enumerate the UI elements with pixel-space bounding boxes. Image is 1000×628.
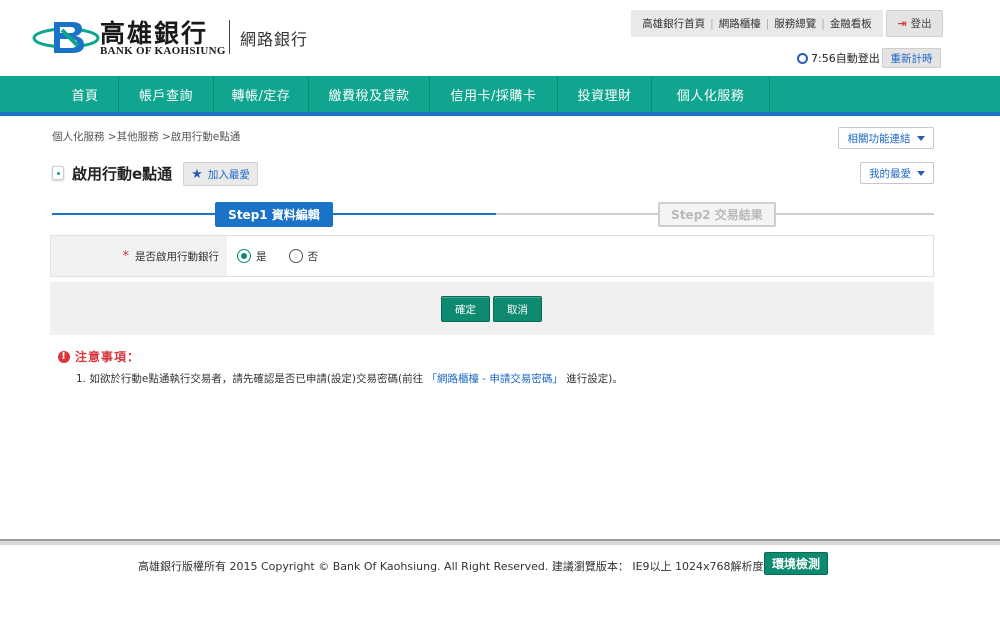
title-bullet-icon [52, 166, 64, 180]
nav-item-credit-card[interactable]: 信用卡/採購卡 [430, 76, 558, 112]
add-favorite-label: 加入最愛 [207, 168, 250, 181]
button-bar: 確定 取消 [50, 282, 934, 335]
nav-item-investment[interactable]: 投資理財 [558, 76, 652, 112]
note-text-prefix: 1. 如欲於行動e點通執行交易者，請先確認是否已申請(設定)交易密碼(前往 [76, 373, 424, 385]
reset-timer-button[interactable]: 重新計時 [882, 48, 941, 68]
logout-label: 登出 [910, 18, 932, 30]
radio-yes[interactable]: 是 [237, 249, 267, 264]
top-links: 高雄銀行首頁 | 網路櫃檯 | 服務總覽 | 金融看板 [631, 10, 883, 37]
env-check-button[interactable]: 環境檢測 [764, 552, 828, 575]
my-favorites-label: 我的最愛 [869, 167, 911, 180]
related-links-label: 相關功能連結 [847, 132, 911, 145]
footer-copyright: 高雄銀行版權所有 2015 Copyright © Bank Of Kaohsi… [138, 560, 786, 573]
chevron-down-icon [917, 170, 925, 176]
page-title: 啟用行動e點通 [72, 165, 173, 183]
toplink-home[interactable]: 高雄銀行首頁 [637, 16, 710, 31]
note-item: 1. 如欲於行動e點通執行交易者，請先確認是否已申請(設定)交易密碼(前往 「網… [76, 371, 623, 386]
brand-divider [229, 20, 230, 54]
logout-button[interactable]: ⇥ 登出 [886, 10, 943, 37]
brand-name-en: BANK OF KAOHSIUNG [100, 45, 226, 57]
toplink-services[interactable]: 服務總覽 [769, 16, 821, 31]
star-icon: ★ [191, 166, 203, 182]
my-favorites-dropdown[interactable]: 我的最愛 [860, 162, 934, 184]
clock-icon [797, 52, 808, 64]
header: 高雄銀行 BANK OF KAOHSIUNG 網路銀行 高雄銀行首頁 | 網路櫃… [0, 0, 1000, 76]
form-label-text: 是否啟用行動銀行 [135, 250, 219, 263]
footer-divider [0, 539, 1000, 545]
step1-badge: Step1 資料編輯 [215, 202, 333, 227]
add-favorite-button[interactable]: ★ 加入最愛 [183, 162, 258, 186]
note-text-suffix: 進行設定)。 [566, 373, 623, 385]
nav-item-home[interactable]: 首頁 [52, 76, 119, 112]
related-links-dropdown[interactable]: 相關功能連結 [838, 127, 934, 149]
nav-item-transfer[interactable]: 轉帳/定存 [214, 76, 309, 112]
notes-title: 注意事項： [75, 350, 141, 364]
timer-text: 7:56自動登出 [811, 52, 880, 65]
toplink-counter[interactable]: 網路櫃檯 [714, 16, 766, 31]
auto-logout-timer: 7:56自動登出 [797, 50, 880, 66]
nav-item-personal[interactable]: 個人化服務 [652, 76, 770, 112]
bank-logo-icon[interactable] [32, 18, 100, 56]
cancel-button[interactable]: 取消 [493, 296, 542, 322]
form-label: * 是否啟用行動銀行 [51, 236, 227, 276]
step2-badge: Step2 交易結果 [658, 202, 776, 227]
toplink-board[interactable]: 金融看板 [825, 16, 877, 31]
radio-no[interactable]: 否 [288, 249, 319, 264]
breadcrumb: 個人化服務 >其他服務 >啟用行動e點通 [52, 131, 241, 143]
apply-password-link[interactable]: 「網路櫃檯 - 申請交易密碼」 [426, 373, 562, 385]
notes-heading: ! 注意事項： [58, 348, 140, 365]
nav-item-payments[interactable]: 繳費稅及貸款 [309, 76, 430, 112]
enable-radio-group: 是 否 [237, 236, 340, 276]
brand-subtitle: 網路銀行 [240, 30, 309, 49]
logout-icon: ⇥ [897, 17, 907, 30]
chevron-down-icon [916, 135, 925, 141]
nav-item-accounts[interactable]: 帳戶查詢 [119, 76, 214, 112]
radio-no-label: 否 [307, 250, 319, 263]
radio-no-indicator[interactable] [288, 249, 303, 263]
form-row: * 是否啟用行動銀行 是 否 [50, 235, 934, 277]
confirm-button[interactable]: 確定 [441, 296, 490, 322]
radio-yes-label: 是 [256, 250, 267, 263]
radio-yes-indicator[interactable] [237, 249, 251, 263]
main-nav: 首頁 帳戶查詢 轉帳/定存 繳費稅及貸款 信用卡/採購卡 投資理財 個人化服務 [0, 76, 1000, 112]
nav-underline [0, 112, 1000, 116]
required-mark: * [122, 248, 130, 264]
alert-icon: ! [58, 350, 70, 363]
